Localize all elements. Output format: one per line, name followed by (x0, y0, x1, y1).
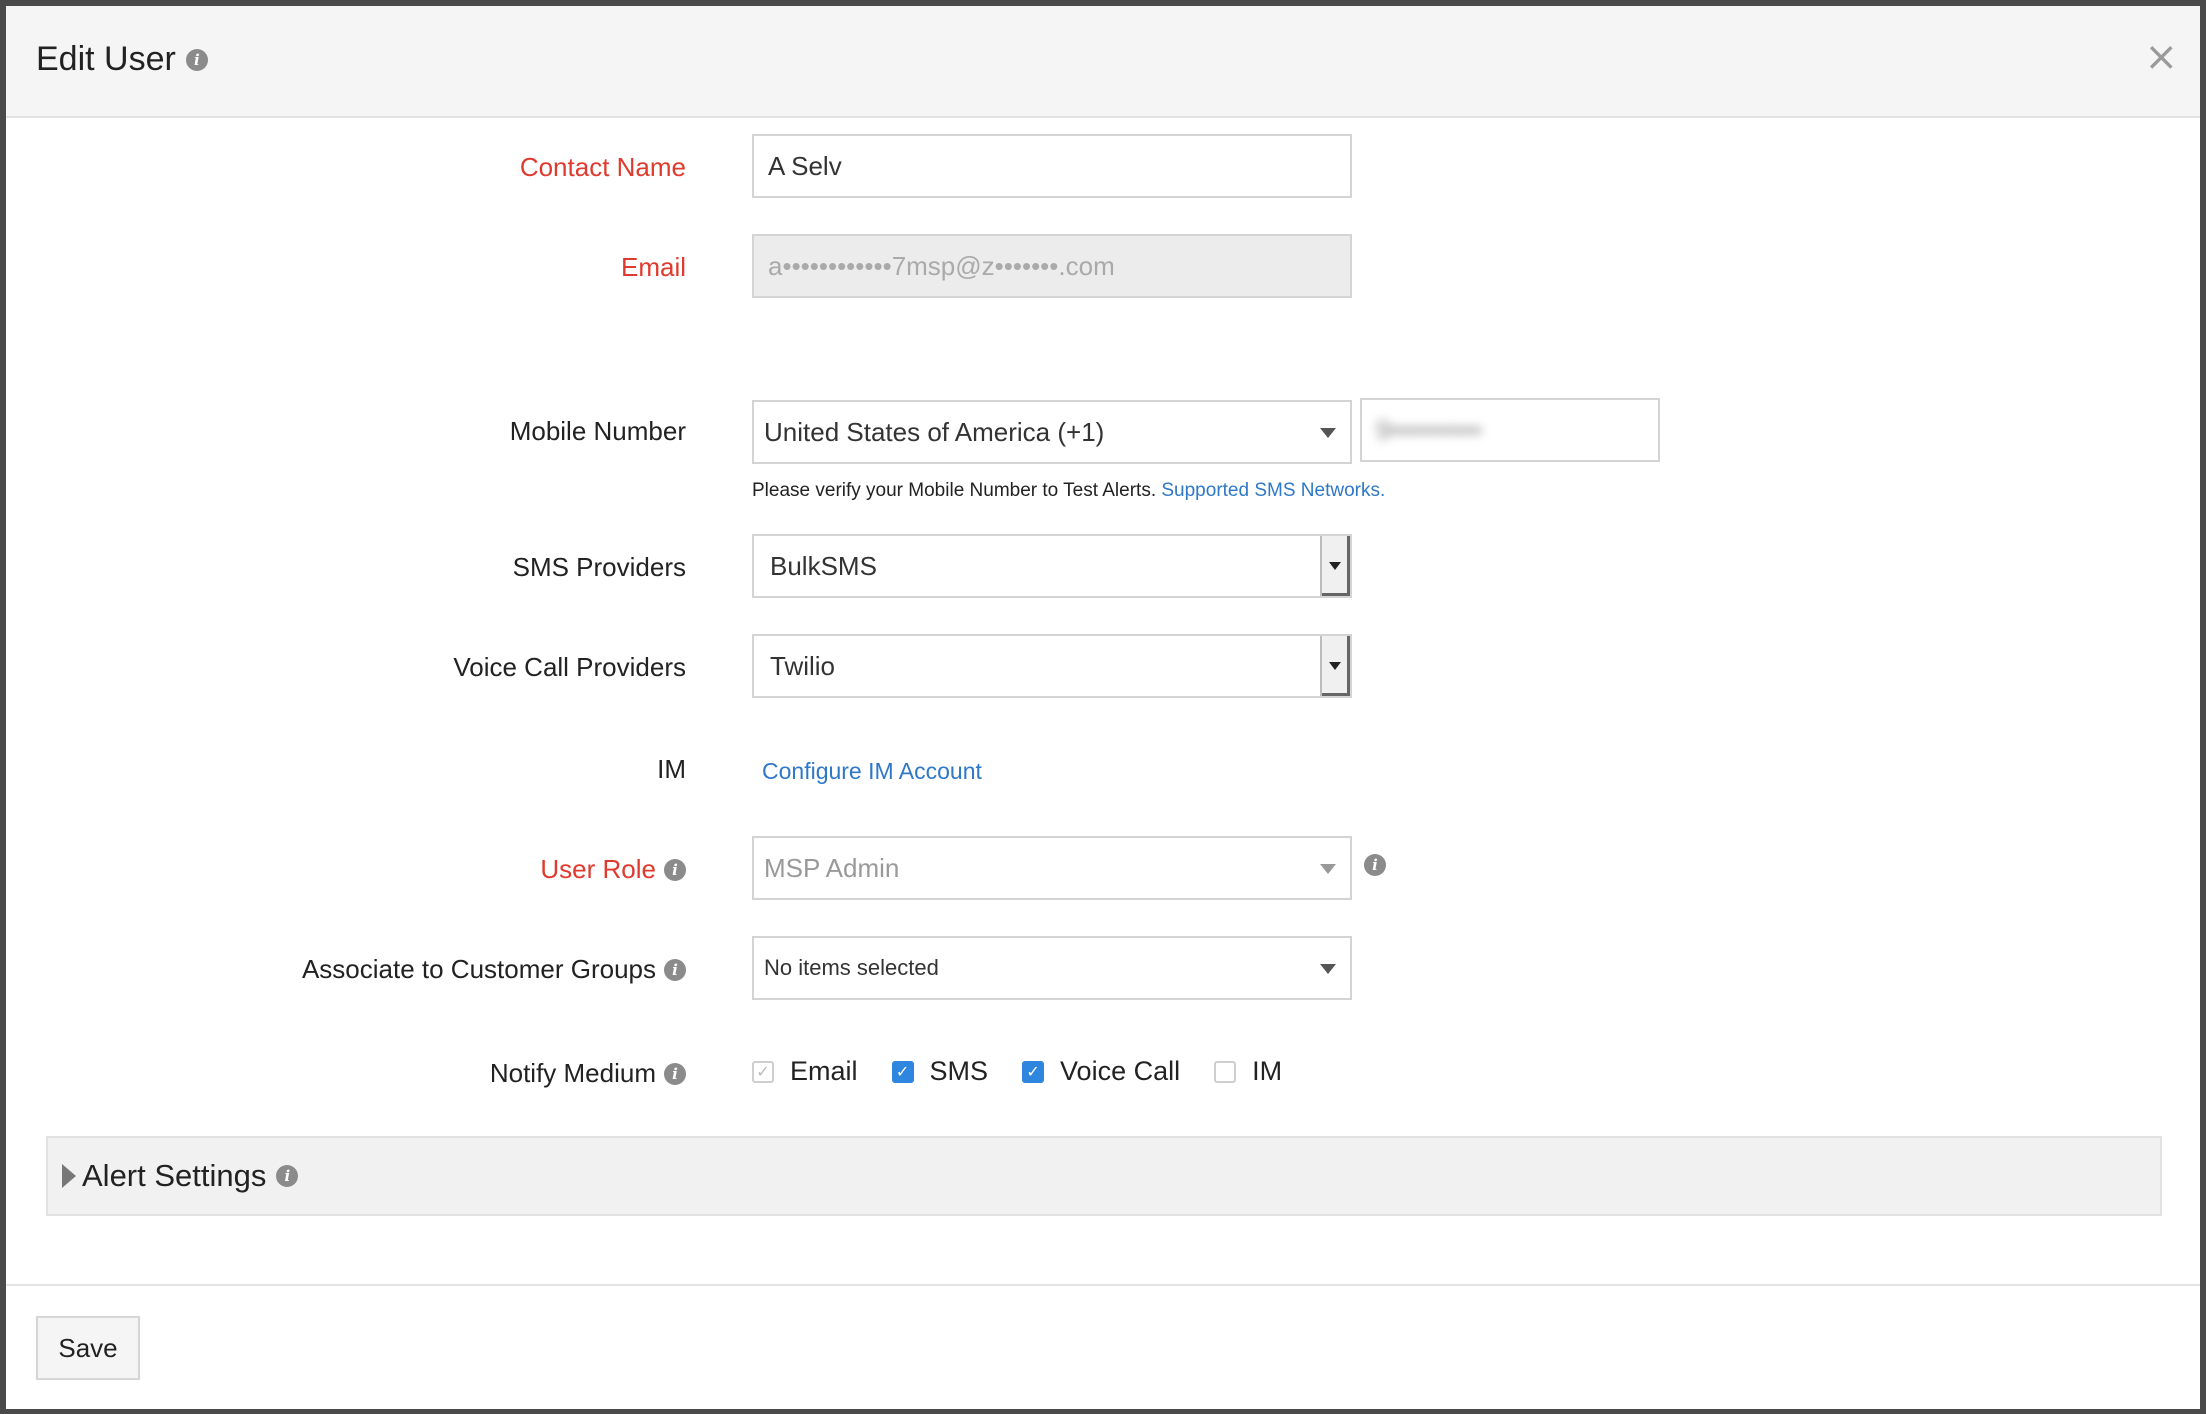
close-icon[interactable]: × (2144, 34, 2178, 80)
footer-divider (6, 1284, 2200, 1286)
dropdown-button[interactable] (1320, 636, 1350, 696)
notify-email-option[interactable]: ✓ Email (752, 1056, 858, 1087)
email-option-label: Email (790, 1056, 858, 1086)
mobile-help-message: Please verify your Mobile Number to Test… (752, 480, 1157, 501)
email-label: Email (621, 252, 686, 283)
contact-name-label-text: Contact Name (519, 152, 686, 182)
voice-call-providers-select[interactable]: Twilio (752, 634, 1352, 698)
notify-medium-options: ✓ Email ✓ SMS ✓ Voice Call IM (752, 1056, 1316, 1087)
customer-groups-select[interactable]: No items selected (752, 936, 1352, 1000)
voice-call-providers-value: Twilio (770, 650, 836, 681)
sms-checkbox[interactable]: ✓ (891, 1060, 914, 1083)
email-value: a••••••••••••7msp@z•••••••.com (768, 250, 1115, 281)
customer-groups-label-text: Associate to Customer Groups (301, 954, 656, 984)
chevron-down-icon (1329, 662, 1341, 670)
contact-name-input[interactable]: A Selv (752, 134, 1352, 198)
im-label: IM (657, 754, 686, 785)
voice-call-checkbox[interactable]: ✓ (1022, 1060, 1045, 1083)
sms-providers-label-text: SMS Providers (512, 552, 686, 582)
customer-groups-value: No items selected (764, 955, 939, 980)
im-checkbox[interactable] (1214, 1060, 1237, 1083)
contact-name-value: A Selv (768, 150, 842, 181)
im-label-text: IM (657, 754, 686, 784)
save-button[interactable]: Save (36, 1316, 140, 1380)
configure-im-account-link[interactable]: Configure IM Account (762, 758, 982, 785)
email-checkbox: ✓ (752, 1060, 774, 1083)
dialog-header: Edit User i × (6, 6, 2200, 118)
mobile-number-label-text: Mobile Number (509, 416, 686, 446)
user-role-value: MSP Admin (764, 852, 900, 883)
dialog-title: Edit User i (36, 40, 208, 79)
country-code-select[interactable]: United States of America (+1) (752, 400, 1352, 464)
contact-name-label: Contact Name (520, 152, 686, 183)
chevron-down-icon (1320, 964, 1336, 974)
info-icon[interactable]: i (664, 958, 686, 981)
mobile-number-value: 9•••••••••• (1376, 414, 1482, 445)
info-icon[interactable]: i (185, 48, 208, 71)
notify-voice-call-option[interactable]: ✓ Voice Call (1022, 1056, 1180, 1087)
notify-medium-label-text: Notify Medium (489, 1058, 656, 1088)
email-label-text: Email (620, 252, 686, 282)
supported-sms-networks-link[interactable]: Supported SMS Networks. (1161, 480, 1385, 501)
mobile-number-label: Mobile Number (510, 416, 686, 447)
user-role-label: User Role i (540, 854, 686, 885)
voice-call-providers-label-text: Voice Call Providers (453, 652, 686, 682)
mobile-number-input[interactable]: 9•••••••••• (1360, 398, 1660, 462)
user-role-label-text: User Role (540, 854, 656, 884)
im-option-label: IM (1252, 1056, 1283, 1086)
chevron-down-icon (1329, 562, 1341, 570)
edit-user-dialog: Edit User i × Contact Name A Selv Email … (6, 6, 2200, 1409)
notify-medium-label: Notify Medium i (490, 1058, 686, 1089)
email-field: a••••••••••••7msp@z•••••••.com (752, 234, 1352, 298)
alert-settings-toggle[interactable]: Alert Settings i (46, 1136, 2162, 1216)
chevron-right-icon (62, 1164, 76, 1188)
country-code-value: United States of America (+1) (764, 416, 1105, 447)
sms-providers-label: SMS Providers (513, 552, 686, 583)
dialog-title-text: Edit User (36, 40, 176, 78)
mobile-help-text: Please verify your Mobile Number to Test… (752, 480, 1385, 502)
dropdown-button[interactable] (1320, 536, 1350, 596)
info-icon[interactable]: i (664, 858, 686, 881)
info-icon[interactable]: i (1364, 854, 1386, 876)
sms-providers-value: BulkSMS (770, 550, 877, 581)
user-role-select: MSP Admin (752, 836, 1352, 900)
voice-call-providers-label: Voice Call Providers (453, 652, 686, 683)
info-icon[interactable]: i (664, 1062, 686, 1085)
sms-option-label: SMS (929, 1056, 989, 1086)
chevron-down-icon (1320, 428, 1336, 438)
sms-providers-select[interactable]: BulkSMS (752, 534, 1352, 598)
chevron-down-icon (1320, 864, 1336, 874)
customer-groups-label: Associate to Customer Groups i (302, 954, 686, 985)
notify-im-option[interactable]: IM (1214, 1056, 1282, 1087)
alert-settings-label: Alert Settings (82, 1158, 267, 1193)
notify-sms-option[interactable]: ✓ SMS (891, 1056, 989, 1087)
info-icon[interactable]: i (276, 1165, 299, 1187)
voice-call-option-label: Voice Call (1060, 1056, 1181, 1086)
